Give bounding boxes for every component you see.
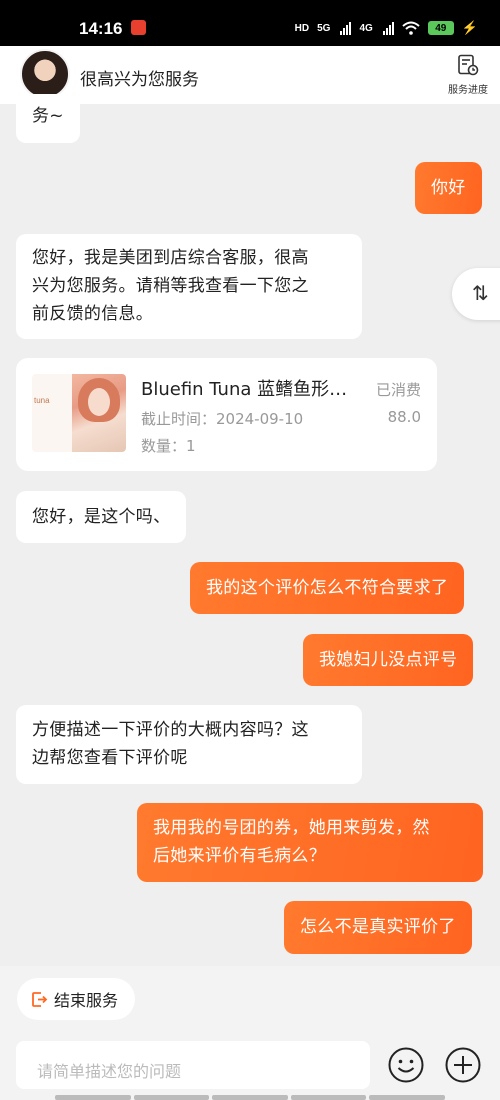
message-text: 我媳妇儿没点评号 (319, 650, 458, 670)
message-text: 您好，是这个吗、 (32, 507, 171, 527)
message-line: 您好，我是美团到店综合客服，很高 (32, 248, 309, 268)
message-bubble-agent: 您好，是这个吗、 (16, 491, 187, 543)
message-bubble-user: 我的这个评价怎么不符合要求了 (190, 562, 465, 614)
message-bubble-user: 我用我的号团的券，她用来剪发，然 后她来评价有毛病么？ (137, 803, 483, 882)
order-status: 已消费 (375, 381, 421, 399)
message-line: 边帮您查看下评价呢 (32, 748, 188, 768)
service-progress-button[interactable]: 服务进度 (443, 54, 493, 96)
status-bar: 14:16 HD 5G 4G 49 ⚡ (0, 0, 500, 46)
product-title: Bluefin Tuna 蓝鳍鱼形… (141, 379, 348, 400)
message-text: 我的这个评价怎么不符合要求了 (206, 578, 449, 598)
add-icon[interactable] (444, 1046, 482, 1084)
exit-icon (32, 991, 48, 1007)
header-title: 很高兴为您服务 (80, 70, 199, 90)
document-progress-icon (458, 54, 479, 76)
price-text: 88.0 (387, 408, 421, 426)
message-bubble-agent: 您好，我是美团到店综合客服，很高 兴为您服务。请稍等我查看一下您之 前反馈的信息… (16, 234, 362, 339)
message-bubble-agent: 务~ (16, 94, 80, 143)
message-text: 怎么不是真实评价了 (300, 917, 456, 937)
message-text: 你好 (431, 178, 466, 198)
signal-icon (340, 21, 352, 35)
bottom-bar: 结束服务 (0, 966, 500, 1100)
status-time: 14:16 (79, 19, 123, 38)
quantity-text: 数量：1 (141, 437, 196, 455)
status-indicators: HD 5G 4G 49 ⚡ (295, 18, 478, 38)
side-switch-tab[interactable]: ⇅ (452, 268, 500, 320)
net2-label: 4G (359, 22, 373, 34)
emoji-icon[interactable] (387, 1046, 425, 1084)
message-bubble-agent: 方便描述一下评价的大概内容吗？这 边帮您查看下评价呢 (16, 705, 362, 784)
agent-avatar (20, 49, 70, 99)
notification-app-icon (131, 20, 146, 35)
message-line: 方便描述一下评价的大概内容吗？这 (32, 720, 309, 740)
message-bubble-user: 我媳妇儿没点评号 (303, 634, 474, 686)
message-line: 后她来评价有毛病么？ (153, 846, 326, 866)
order-card[interactable]: tuna Bluefin Tuna 蓝鳍鱼形… 已消费 截止时间：2024-09… (16, 358, 437, 471)
signal-icon-2 (382, 21, 394, 35)
message-bubble-user: 怎么不是真实评价了 (284, 901, 472, 954)
battery-icon: 49 (427, 21, 454, 35)
message-input[interactable] (16, 1041, 370, 1089)
swap-arrows-icon: ⇅ (472, 281, 489, 305)
home-indicator (55, 1095, 445, 1100)
message-line: 前反馈的信息。 (32, 304, 154, 324)
deadline-text: 截止时间：2024-09-10 (141, 410, 304, 428)
message-line: 我用我的号团的券，她用来剪发，然 (153, 818, 430, 838)
message-text: 务~ (32, 106, 64, 126)
charging-icon: ⚡ (461, 20, 478, 35)
message-bubble-user: 你好 (415, 162, 482, 214)
end-service-label: 结束服务 (54, 991, 119, 1010)
service-progress-label: 服务进度 (448, 85, 488, 96)
hd-label: HD (294, 22, 310, 34)
product-image-text: tuna (34, 396, 50, 405)
message-line: 兴为您服务。请稍等我查看一下您之 (32, 276, 309, 296)
wifi-icon (402, 21, 420, 35)
net1-label: 5G (317, 22, 331, 34)
product-image: tuna (32, 374, 126, 452)
end-service-button[interactable]: 结束服务 (17, 978, 135, 1020)
